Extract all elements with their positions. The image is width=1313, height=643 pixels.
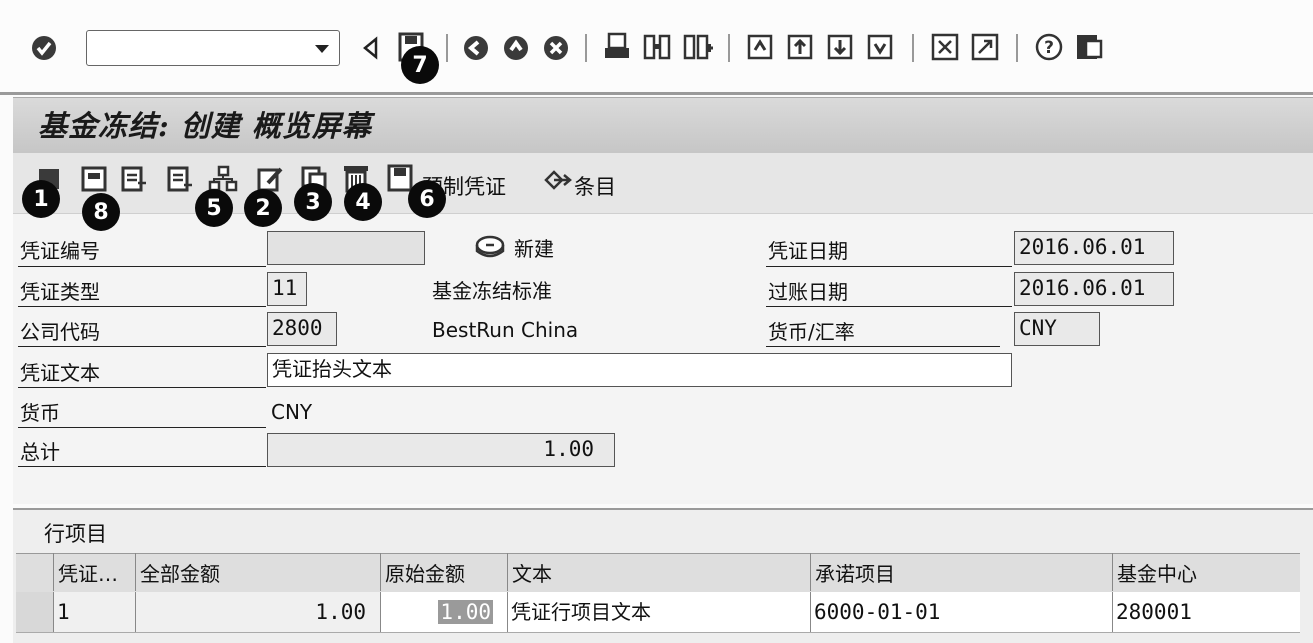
find-icon[interactable] (642, 32, 672, 62)
previous-page-icon[interactable] (785, 32, 815, 62)
help-icon[interactable]: ? (1034, 32, 1064, 62)
doc-type-label: 凭证类型 (20, 280, 100, 304)
doc-text-label: 凭证文本 (20, 361, 100, 385)
label-underline (18, 266, 266, 267)
total-label: 总计 (20, 440, 60, 464)
enter-icon[interactable] (30, 34, 58, 62)
company-code-label: 公司代码 (20, 320, 100, 344)
label-underline (766, 266, 1012, 267)
line-items-title: 行项目 (44, 522, 107, 546)
cancel-icon[interactable] (542, 34, 570, 62)
posting-date-label: 过账日期 (768, 280, 848, 304)
toolbar-divider (0, 92, 1313, 95)
first-page-icon[interactable] (745, 32, 775, 62)
chevron-down-icon[interactable] (315, 45, 329, 53)
callout-5: 5 (195, 189, 233, 227)
display-document-icon[interactable] (120, 165, 148, 193)
cell-overall-amount[interactable]: 1.00 (135, 592, 380, 632)
callout-3: 3 (294, 183, 332, 221)
separator (585, 34, 587, 62)
currency-rate-label: 货币/汇率 (768, 320, 855, 344)
callout-6: 6 (408, 180, 446, 218)
company-name: BestRun China (432, 318, 579, 342)
currency-rate-field[interactable]: CNY (1014, 312, 1100, 346)
label-underline (18, 306, 266, 307)
column-header-text[interactable]: 文本 (507, 553, 810, 591)
column-header-item[interactable]: 凭证… (53, 553, 135, 591)
shortcut-icon[interactable] (970, 32, 1000, 62)
column-header-original-amount[interactable]: 原始金额 (380, 553, 507, 591)
new-status-label: 新建 (514, 237, 554, 261)
exit-icon[interactable] (502, 34, 530, 62)
label-underline (766, 346, 1000, 347)
cell-original-amount-value: 1.00 (438, 600, 493, 624)
new-session-icon[interactable] (930, 32, 960, 62)
header-details-icon[interactable] (80, 165, 108, 193)
print-icon[interactable] (602, 32, 632, 62)
row-selector[interactable] (16, 592, 53, 632)
label-underline (18, 346, 266, 347)
callout-2: 2 (244, 189, 282, 227)
find-next-icon[interactable] (682, 32, 714, 62)
currency-label: 货币 (20, 401, 60, 425)
new-document-icon (475, 235, 505, 258)
entries-label[interactable]: 条目 (574, 171, 616, 201)
column-header-commitment-item[interactable]: 承诺项目 (810, 553, 1112, 591)
callout-8: 8 (82, 193, 120, 231)
svg-text:?: ? (1044, 38, 1054, 58)
doc-date-label: 凭证日期 (768, 239, 848, 263)
last-page-icon[interactable] (865, 32, 895, 62)
cell-original-amount[interactable]: 1.00 (380, 592, 507, 632)
separator (1016, 34, 1018, 62)
doc-type-field[interactable]: 11 (267, 272, 307, 306)
column-header-fund-center[interactable]: 基金中心 (1112, 553, 1300, 591)
page-title: 基金冻结: 创建 概览屏幕 (38, 109, 372, 143)
command-field[interactable] (86, 30, 340, 66)
label-underline (18, 466, 266, 467)
customize-layout-icon[interactable] (1074, 32, 1104, 62)
doc-text-field[interactable]: 凭证抬头文本 (267, 353, 1012, 387)
separator (446, 34, 448, 62)
callout-4: 4 (344, 183, 382, 221)
cell-fund-center[interactable]: 280001 (1112, 592, 1300, 632)
next-page-icon[interactable] (825, 32, 855, 62)
posting-date-field[interactable]: 2016.06.01 (1014, 272, 1174, 306)
currency-value: CNY (271, 400, 313, 424)
label-underline (18, 427, 266, 428)
doc-number-label: 凭证编号 (20, 239, 100, 263)
callout-7: 7 (401, 46, 439, 84)
list-document-icon[interactable] (166, 165, 194, 193)
doc-number-field[interactable] (267, 231, 425, 265)
separator (728, 34, 730, 62)
label-underline (766, 306, 1012, 307)
select-all-cell[interactable] (16, 553, 53, 591)
cell-text[interactable]: 凭证行项目文本 (507, 592, 810, 632)
triangle-left-icon[interactable] (360, 36, 382, 60)
label-underline (18, 387, 266, 388)
doc-type-description: 基金冻结标准 (432, 279, 552, 303)
total-field: 1.00 (267, 433, 615, 467)
callout-1: 1 (22, 180, 60, 218)
doc-date-field[interactable]: 2016.06.01 (1014, 231, 1174, 265)
back-icon[interactable] (462, 34, 490, 62)
entries-icon[interactable] (542, 168, 572, 192)
cell-item[interactable]: 1 (53, 592, 135, 632)
separator (912, 34, 914, 62)
cell-commitment-item[interactable]: 6000-01-01 (810, 592, 1112, 632)
column-header-overall-amount[interactable]: 全部金额 (135, 553, 380, 591)
company-code-field[interactable]: 2800 (267, 312, 337, 346)
